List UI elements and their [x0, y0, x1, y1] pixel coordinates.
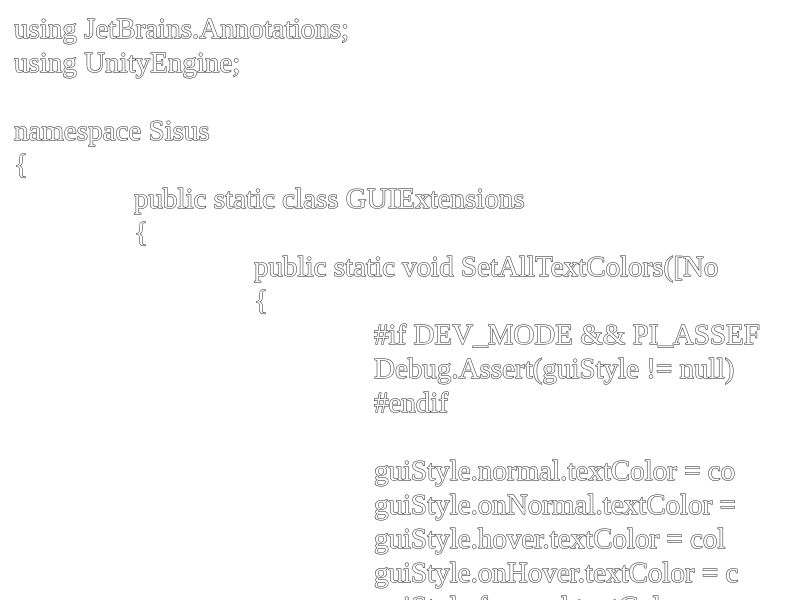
code-line: #endif: [374, 387, 449, 420]
code-line: using JetBrains.Annotations;: [14, 13, 350, 46]
code-line: public static void SetAllTextColors([No: [254, 251, 719, 284]
code-line: #if DEV_MODE && PI_ASSEF: [374, 319, 761, 352]
code-view: using JetBrains.Annotations; using UnityE…: [14, 12, 800, 600]
code-line: {: [14, 149, 28, 182]
code-line: namespace Sisus: [14, 115, 210, 148]
code-line: {: [134, 217, 149, 250]
code-line: guiStyle.onHover.textColor = c: [374, 557, 739, 590]
code-line: guiStyle.hover.textColor = col: [374, 523, 726, 556]
code-line: guiStyle.normal.textColor = co: [374, 455, 736, 488]
code-line: guiStyle.focused.textColor: [14, 590, 800, 600]
code-line: {: [254, 285, 269, 318]
code-line: guiStyle.onNormal.textColor =: [374, 489, 737, 522]
code-line: Debug.Assert(guiStyle != null): [374, 353, 735, 386]
code-line: using UnityEngine;: [14, 47, 241, 80]
code-line: public static class GUIExtensions: [134, 183, 526, 216]
